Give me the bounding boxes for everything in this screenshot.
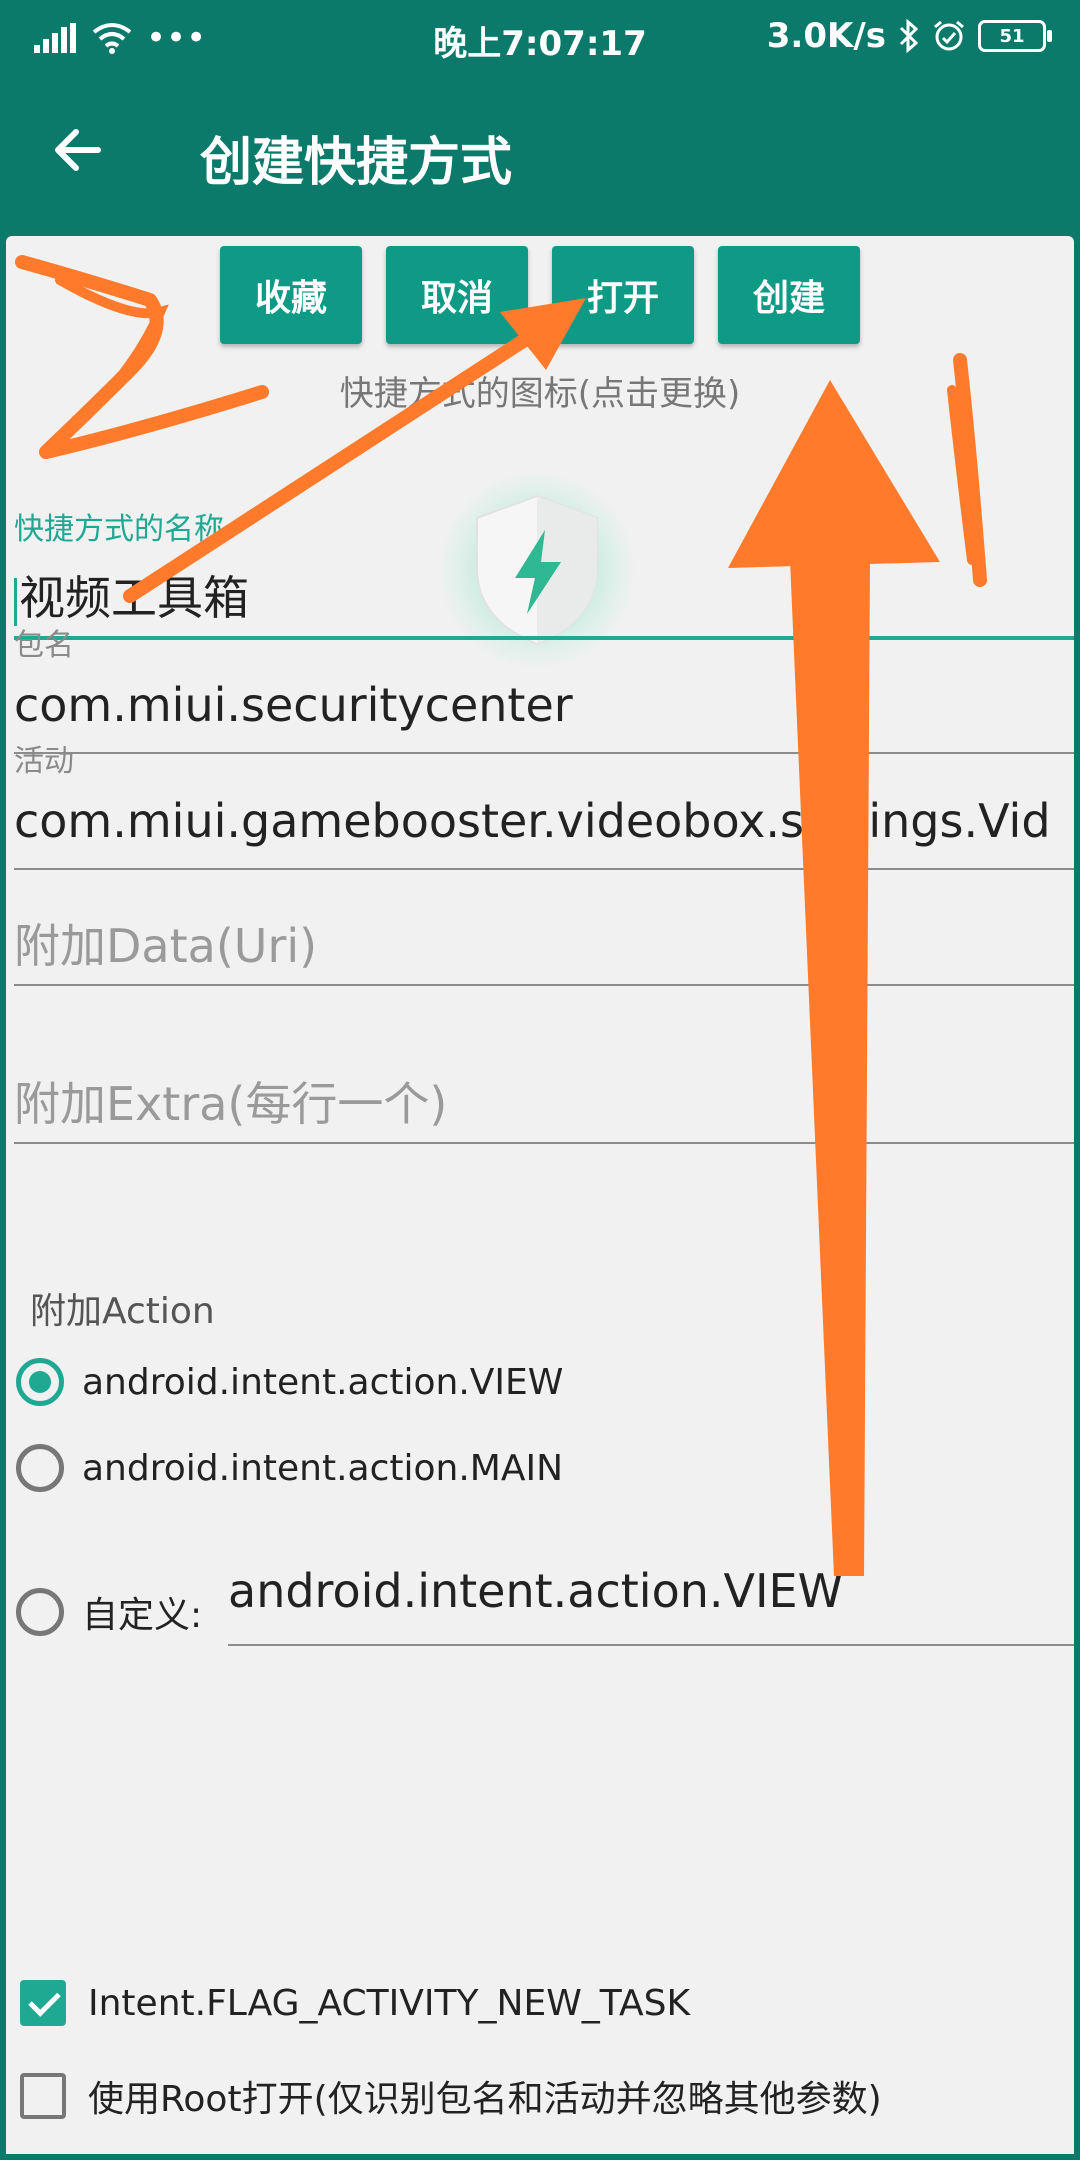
battery-level: 51 — [999, 25, 1025, 47]
checkbox-root-row[interactable]: 使用Root打开(仅识别包名和活动并忽略其他参数) — [20, 2070, 882, 2122]
shortcut-name-label: 快捷方式的名称 — [14, 512, 224, 547]
radio-button[interactable] — [16, 1588, 64, 1636]
radio-action-view[interactable]: android.intent.action.VIEW — [16, 1358, 563, 1406]
create-button[interactable]: 创建 — [718, 246, 860, 344]
radio-action-custom[interactable]: 自定义: — [16, 1586, 202, 1638]
checkbox-new-task[interactable] — [20, 1980, 66, 2026]
custom-action-field[interactable]: android.intent.action.VIEW — [228, 1564, 1074, 1646]
radio-label-main: android.intent.action.MAIN — [82, 1447, 564, 1489]
extra-underline — [14, 1142, 1074, 1144]
cancel-button[interactable]: 取消 — [386, 246, 528, 344]
checkbox-new-task-label: Intent.FLAG_ACTIVITY_NEW_TASK — [88, 1982, 691, 2024]
app-bar: 创建快捷方式 — [0, 76, 1080, 236]
main-panel: 收藏 取消 打开 创建 快捷方式的图标(点击更换) 快捷方式的名称 视频工具箱 … — [6, 236, 1074, 2154]
radio-button[interactable] — [16, 1444, 64, 1492]
activity-input[interactable]: com.miui.gamebooster.videobox.settings.V… — [14, 794, 1074, 858]
extra-input[interactable]: 附加Extra(每行一个) — [14, 1068, 1074, 1132]
package-field[interactable]: 包名 com.miui.securitycenter — [14, 620, 1074, 754]
status-bar: ••• 晚上7:07:17 3.0K/s 51 — [0, 0, 1080, 76]
battery-icon: 51 — [978, 20, 1052, 52]
data-uri-underline — [14, 984, 1074, 986]
status-right: 3.0K/s 51 — [766, 16, 1052, 56]
package-label: 包名 — [14, 628, 74, 663]
activity-underline — [14, 868, 1074, 870]
data-uri-input[interactable]: 附加Data(Uri) — [14, 910, 1074, 974]
text-cursor — [14, 577, 17, 626]
custom-action-underline — [228, 1644, 1074, 1646]
activity-field[interactable]: 活动 com.miui.gamebooster.videobox.setting… — [14, 736, 1074, 870]
action-section-title: 附加Action — [30, 1291, 215, 1332]
radio-label-custom: 自定义: — [82, 1595, 203, 1636]
arrow-left-icon[interactable] — [46, 118, 110, 182]
bluetooth-icon — [899, 19, 919, 53]
shortcut-name-input[interactable]: 视频工具箱 — [14, 562, 1074, 626]
custom-action-input[interactable]: android.intent.action.VIEW — [228, 1564, 1074, 1618]
shortcut-name-value: 视频工具箱 — [19, 571, 249, 625]
net-speed: 3.0K/s — [766, 16, 886, 56]
extra-field[interactable]: 附加Extra(每行一个) — [14, 1054, 1074, 1144]
checkbox-new-task-row[interactable]: Intent.FLAG_ACTIVITY_NEW_TASK — [20, 1980, 690, 2026]
checkbox-root-label: 使用Root打开(仅识别包名和活动并忽略其他参数) — [88, 2079, 882, 2120]
radio-action-main[interactable]: android.intent.action.MAIN — [16, 1444, 563, 1492]
icon-hint: 快捷方式的图标(点击更换) — [339, 374, 741, 414]
favorite-button[interactable]: 收藏 — [220, 246, 362, 344]
checkbox-root[interactable] — [20, 2073, 66, 2119]
alarm-icon — [934, 20, 964, 51]
radio-button-checked[interactable] — [16, 1358, 64, 1406]
activity-label: 活动 — [14, 744, 74, 779]
data-uri-field[interactable]: 附加Data(Uri) — [14, 896, 1074, 986]
radio-label-view: android.intent.action.VIEW — [82, 1361, 564, 1403]
package-input[interactable]: com.miui.securitycenter — [14, 678, 1074, 742]
action-buttons: 收藏 取消 打开 创建 — [220, 246, 860, 344]
open-button[interactable]: 打开 — [552, 246, 694, 344]
page-title: 创建快捷方式 — [200, 133, 513, 193]
